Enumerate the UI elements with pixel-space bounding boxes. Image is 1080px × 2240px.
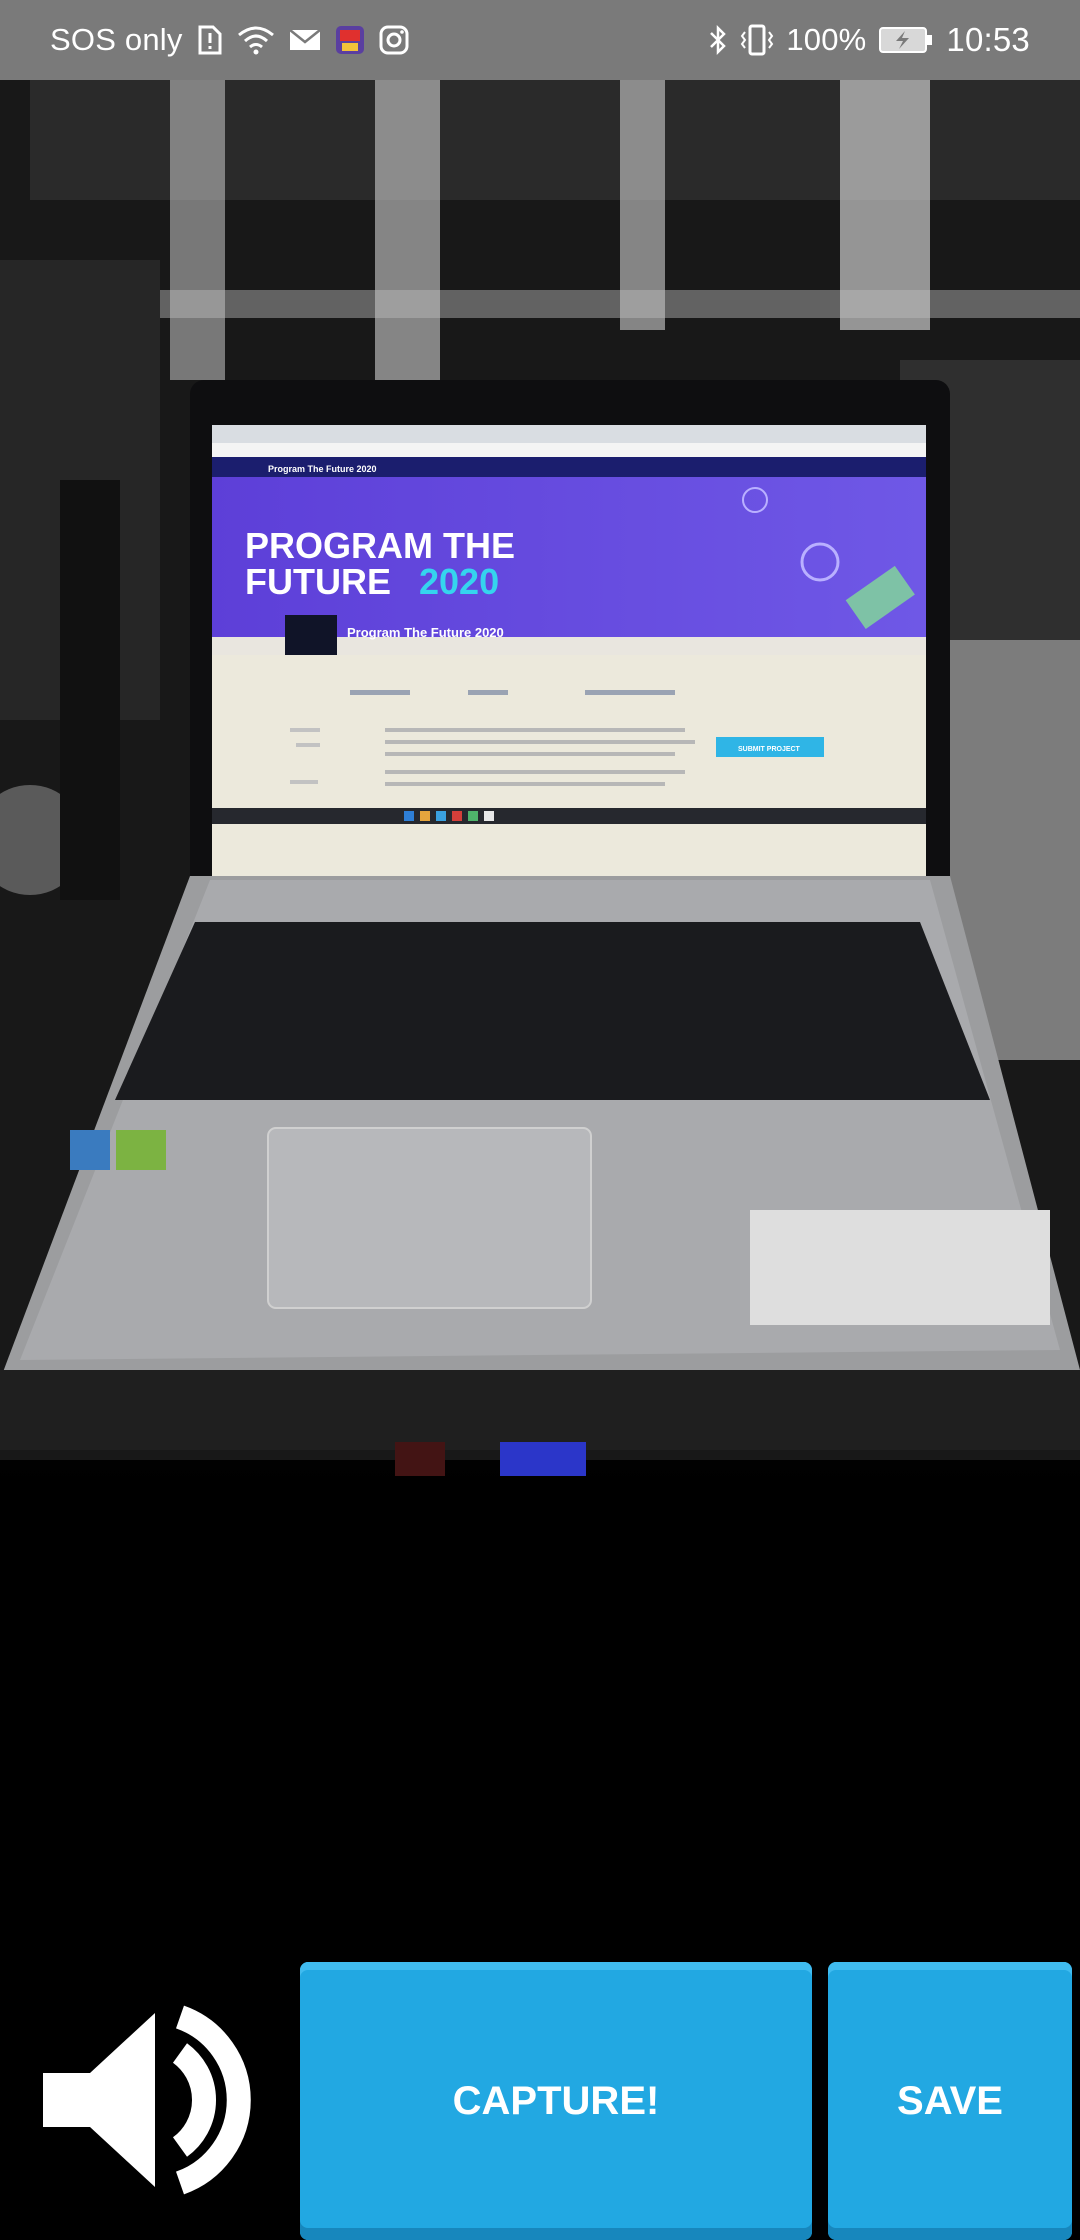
speaker-volume-icon (43, 2005, 251, 2195)
capture-button-label: CAPTURE! (452, 2078, 660, 2123)
camera-preview[interactable]: Program The Future 2020 PROGRAM THE FUTU… (0, 80, 1080, 1960)
battery-charging-icon (878, 26, 934, 54)
instagram-icon (379, 25, 409, 55)
laptop-keyboard-deck (0, 876, 1080, 1476)
save-button-label: SAVE (897, 2078, 1003, 2123)
screen-project-title: Program The Future 2020 (347, 625, 504, 640)
capture-button[interactable]: CAPTURE! (300, 1962, 812, 2240)
sim-alert-icon (197, 24, 223, 56)
vibrate-icon (740, 24, 774, 56)
carrier-text: SOS only (50, 22, 183, 57)
status-right: 100% 10:53 (708, 21, 1030, 59)
wifi-icon (237, 25, 275, 55)
screen-submit-text: SUBMIT PROJECT (738, 746, 801, 753)
hero-line-2a: FUTURE (245, 561, 391, 602)
bluetooth-icon (708, 24, 728, 56)
volume-toggle-button[interactable] (30, 2000, 270, 2200)
screen-header-text: Program The Future 2020 (268, 464, 377, 474)
battery-percent: 100% (786, 22, 867, 57)
laptop-screen: Program The Future 2020 PROGRAM THE FUTU… (190, 380, 950, 940)
hero-line-2b: 2020 (419, 561, 499, 602)
status-left: SOS only (50, 22, 409, 58)
mail-icon (288, 28, 321, 52)
hero-line-1: PROGRAM THE (245, 525, 515, 566)
save-button[interactable]: SAVE (828, 1962, 1072, 2240)
app-notification-icon (335, 25, 365, 55)
camera-scene: Program The Future 2020 PROGRAM THE FUTU… (0, 80, 1080, 1476)
status-bar: SOS only 100% 10:53 (0, 0, 1080, 80)
clock: 10:53 (946, 21, 1030, 58)
